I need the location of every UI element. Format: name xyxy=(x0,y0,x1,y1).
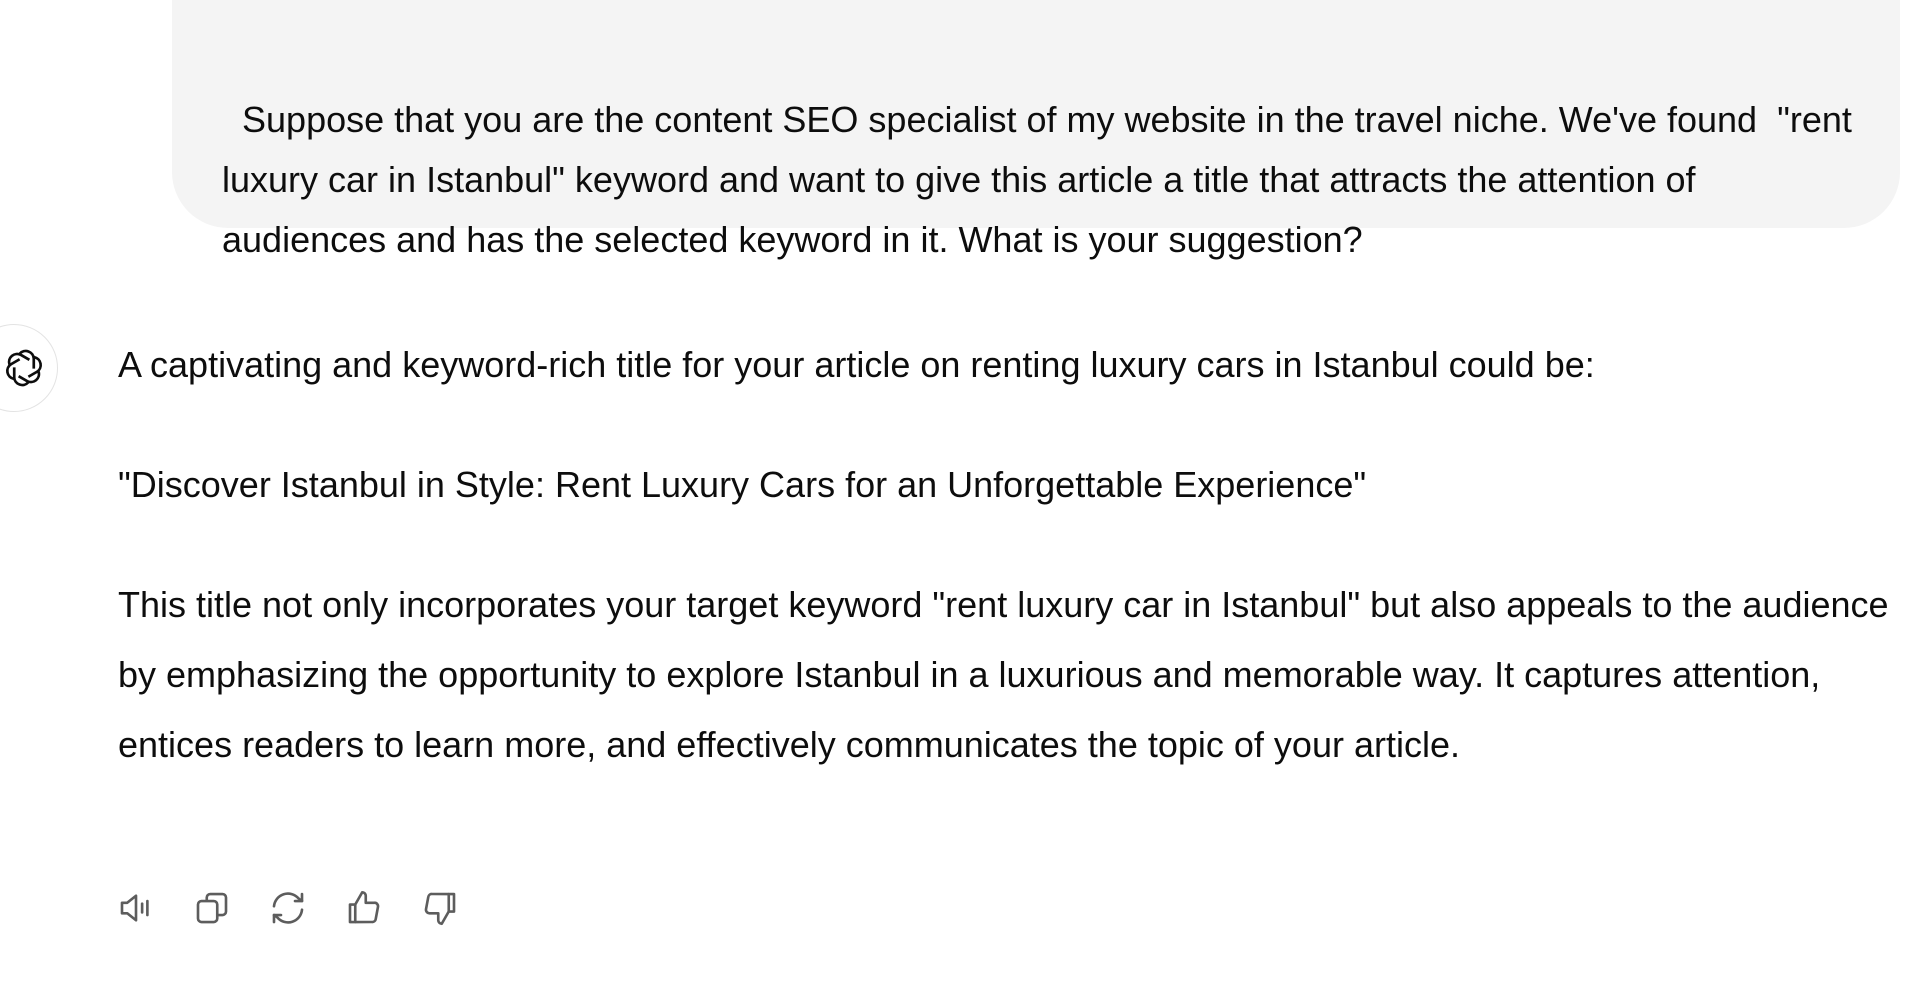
thumbs-up-icon xyxy=(348,890,380,924)
thumbs-up-button[interactable] xyxy=(340,884,388,932)
user-message-text: Suppose that you are the content SEO spe… xyxy=(222,99,1862,260)
assistant-avatar xyxy=(0,324,58,412)
thumbs-down-button[interactable] xyxy=(416,884,464,932)
assistant-message: A captivating and keyword-rich title for… xyxy=(118,330,1898,780)
user-message-bubble: Suppose that you are the content SEO spe… xyxy=(172,0,1900,260)
speaker-icon xyxy=(120,894,149,922)
regenerate-icon xyxy=(272,892,304,924)
message-action-bar xyxy=(112,884,464,932)
assistant-intro-text: A captivating and keyword-rich title for… xyxy=(118,344,1595,385)
openai-logo-icon xyxy=(6,349,42,387)
copy-button[interactable] xyxy=(188,884,236,932)
thumbs-down-icon xyxy=(424,892,456,926)
suggested-title-text: "Discover Istanbul in Style: Rent Luxury… xyxy=(118,464,1367,505)
assistant-explanation-text: This title not only incorporates your ta… xyxy=(118,584,1889,765)
regenerate-button[interactable] xyxy=(264,884,312,932)
read-aloud-button[interactable] xyxy=(112,884,160,932)
copy-icon xyxy=(196,892,228,924)
